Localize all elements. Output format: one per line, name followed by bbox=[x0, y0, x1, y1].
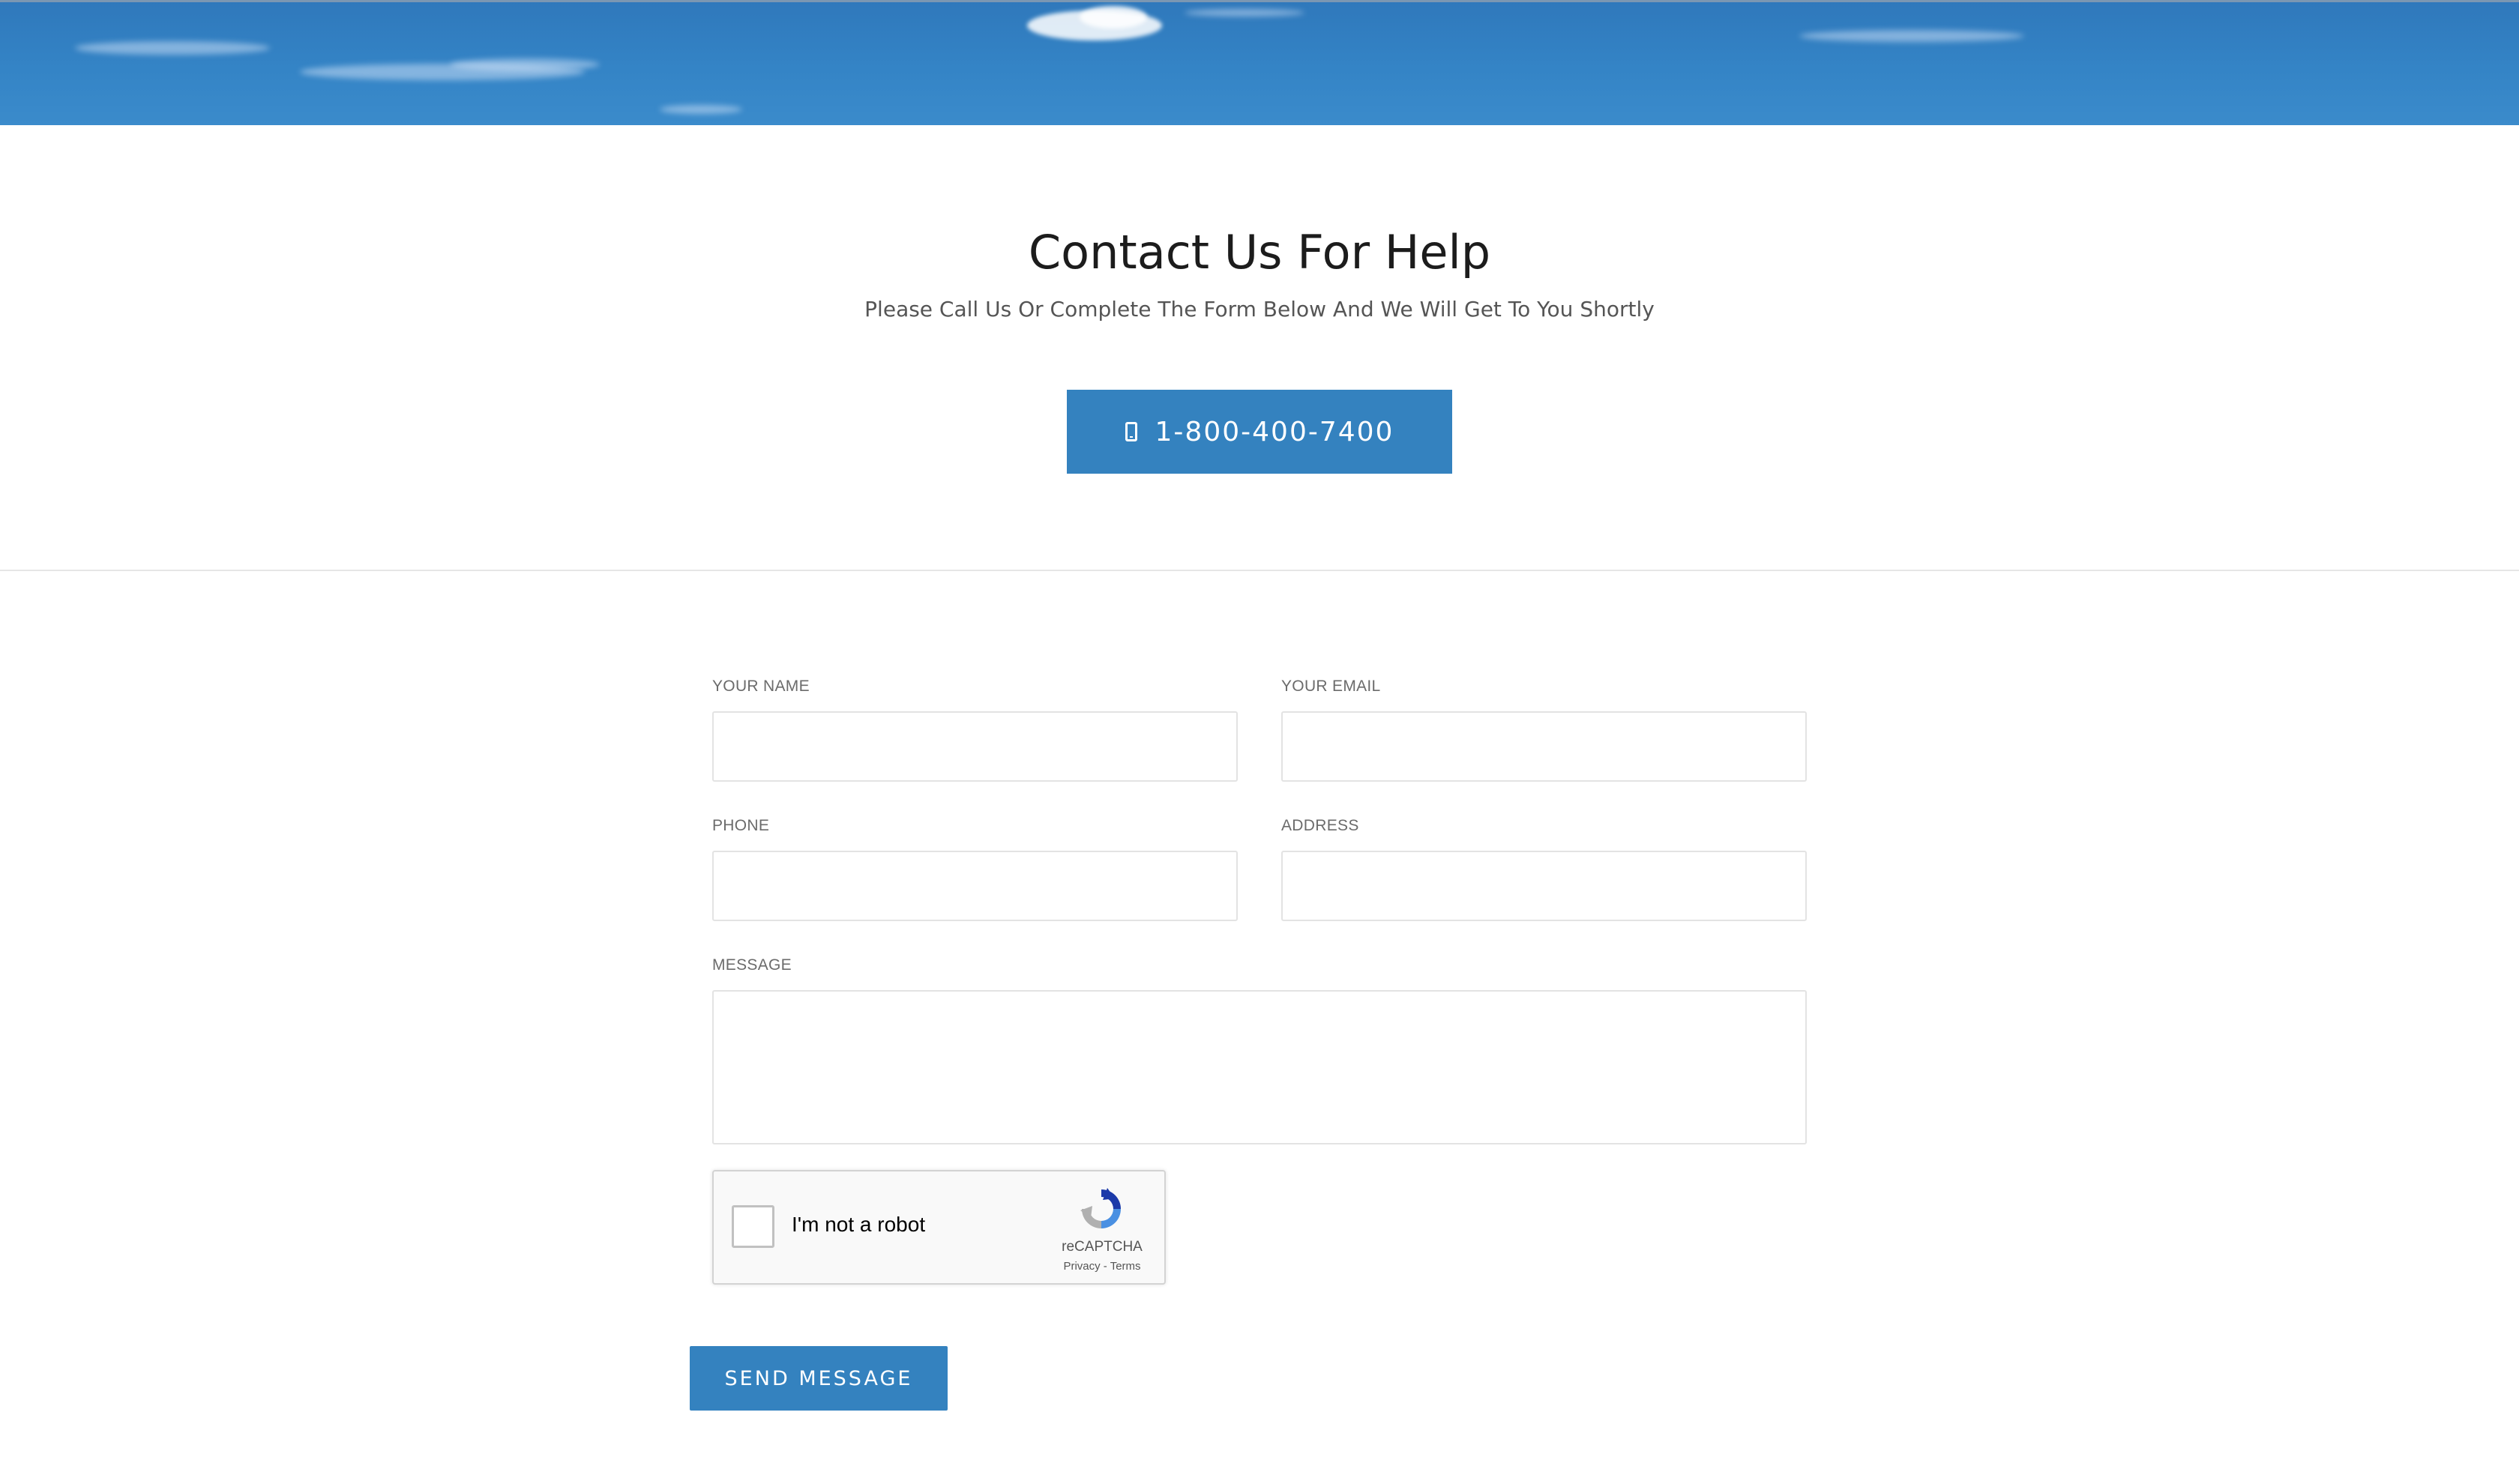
sky-streak bbox=[450, 58, 600, 70]
email-input[interactable] bbox=[1281, 711, 1807, 782]
contact-form: YOUR NAME YOUR EMAIL PHONE ADDRESS MESSA… bbox=[0, 571, 2519, 1484]
email-label: YOUR EMAIL bbox=[1281, 678, 1381, 695]
contact-header-section: Contact Us For Help Please Call Us Or Co… bbox=[0, 125, 2519, 570]
name-label: YOUR NAME bbox=[712, 678, 810, 695]
sky-streak bbox=[1185, 9, 1304, 16]
recaptcha-terms-link[interactable]: Terms bbox=[1110, 1260, 1141, 1273]
phone-label: PHONE bbox=[712, 817, 770, 834]
recaptcha-privacy-link[interactable]: Privacy bbox=[1063, 1260, 1100, 1273]
recaptcha-link-separator: - bbox=[1100, 1260, 1110, 1273]
phone-input[interactable] bbox=[712, 851, 1238, 921]
hero-top-border bbox=[0, 0, 2519, 2]
recaptcha-links: Privacy - Terms bbox=[1055, 1260, 1149, 1273]
name-input[interactable] bbox=[712, 711, 1238, 782]
call-phone-button[interactable]: 1-800-400-7400 bbox=[1067, 390, 1452, 474]
mobile-phone-icon bbox=[1125, 422, 1137, 441]
phone-number-label: 1-800-400-7400 bbox=[1155, 416, 1394, 447]
recaptcha-widget: I'm not a robot reCAPTCHA Privacy - Term… bbox=[712, 1170, 1166, 1285]
recaptcha-label: I'm not a robot bbox=[792, 1213, 926, 1236]
recaptcha-checkbox[interactable] bbox=[732, 1205, 774, 1248]
page-subtitle: Please Call Us Or Complete The Form Belo… bbox=[864, 297, 1655, 322]
address-label: ADDRESS bbox=[1281, 817, 1359, 834]
sky-streak bbox=[1799, 30, 2024, 42]
cloud-decoration bbox=[1080, 6, 1147, 28]
recaptcha-brand: reCAPTCHA bbox=[1062, 1239, 1143, 1255]
address-input[interactable] bbox=[1281, 851, 1807, 921]
sky-streak bbox=[660, 105, 742, 114]
send-message-button[interactable]: SEND MESSAGE bbox=[690, 1346, 948, 1411]
message-label: MESSAGE bbox=[712, 956, 792, 974]
sky-streak bbox=[75, 41, 270, 55]
message-textarea[interactable] bbox=[712, 990, 1807, 1144]
hero-banner bbox=[0, 0, 2519, 125]
page-title: Contact Us For Help bbox=[1028, 225, 1491, 280]
recaptcha-logo-icon bbox=[1080, 1188, 1121, 1228]
